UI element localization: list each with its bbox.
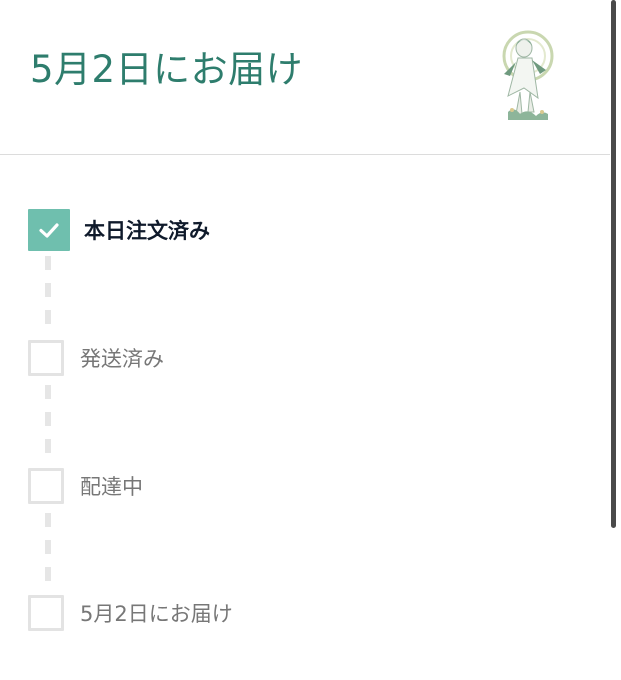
step-checkbox xyxy=(28,340,64,376)
step-label: 配達中 xyxy=(80,475,143,499)
order-tracking-screen: 5月2日にお届け 本日注文済み 発送済み 配達中 5月2日にお届け xyxy=(0,0,621,680)
step-checkbox xyxy=(28,468,64,504)
step-checkbox xyxy=(28,595,64,631)
scrollbar[interactable] xyxy=(611,0,616,528)
step-ordered: 本日注文済み xyxy=(28,209,210,251)
step-label: 5月2日にお届け xyxy=(80,602,233,626)
step-delivered: 5月2日にお届け xyxy=(28,592,233,634)
step-checkbox-checked xyxy=(28,209,70,251)
step-label: 本日注文済み xyxy=(84,219,210,243)
check-icon xyxy=(39,223,59,238)
step-label: 発送済み xyxy=(80,347,164,371)
step-connector xyxy=(45,385,51,465)
step-shipped: 発送済み xyxy=(28,337,164,379)
step-connector xyxy=(45,256,51,336)
step-connector xyxy=(45,513,51,593)
tracking-steps: 本日注文済み 発送済み 配達中 5月2日にお届け xyxy=(0,0,610,680)
step-in-delivery: 配達中 xyxy=(28,465,143,507)
